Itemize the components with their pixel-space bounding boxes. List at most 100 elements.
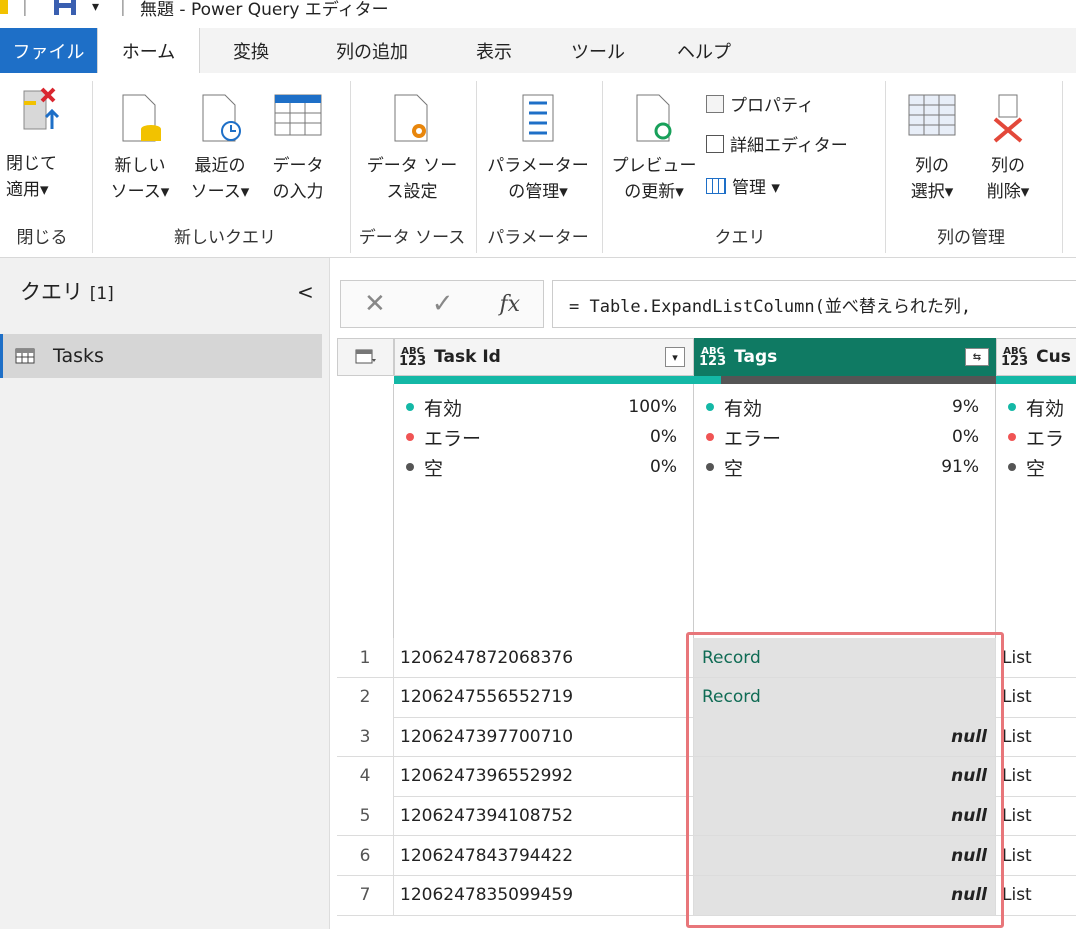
tab-help[interactable]: ヘルプ (658, 28, 750, 73)
column-profile-custom: 有効 エラ 空 (996, 384, 1076, 638)
cell-task-id[interactable]: 1206247835099459 (394, 875, 694, 915)
group-label-query: クエリ (714, 228, 766, 248)
advanced-editor-icon (706, 134, 724, 153)
manage-label: 管理 ▾ (732, 178, 780, 198)
column-name: Cus (1036, 347, 1071, 367)
close-apply-icon (23, 87, 60, 130)
remove-columns-button[interactable]: 列の 削除▾ (972, 93, 1044, 205)
group-label-data-sources: データ ソース (358, 228, 466, 248)
cancel-icon[interactable]: ✕ (364, 289, 386, 319)
save-icon[interactable] (52, 0, 78, 18)
new-source-label: 新しい ソース▾ (110, 156, 170, 202)
cell-task-id[interactable]: 1206247397700710 (394, 717, 694, 757)
tab-add-column[interactable]: 列の追加 (310, 28, 434, 73)
manage-parameters-label: パラメーター の管理▾ (487, 156, 589, 202)
profile-valid: 有効 (996, 392, 1076, 422)
document-gear-icon (394, 94, 428, 142)
cell-tags[interactable]: Record (694, 638, 996, 677)
table-row[interactable]: 7 1206247835099459 null List (337, 875, 1076, 916)
close-apply-button[interactable]: 閉じて 適用▾ (6, 85, 76, 203)
cell-custom[interactable]: List (996, 638, 1076, 677)
queries-pane: クエリ [1] < Tasks (0, 258, 330, 929)
row-index: 3 (337, 717, 394, 757)
quality-bar (996, 376, 1076, 384)
formula-input[interactable]: = Table.ExpandListColumn(並べ替えられた列, (552, 280, 1076, 328)
queries-count: [1] (89, 284, 114, 304)
cell-task-id[interactable]: 1206247396552992 (394, 756, 694, 796)
refresh-preview-label: プレビュー の更新▾ (611, 156, 697, 202)
queries-title-label: クエリ (20, 280, 83, 304)
table-row[interactable]: 3 1206247397700710 null List (337, 717, 1076, 758)
profile-valid: 有効 9% (694, 392, 995, 422)
commit-icon[interactable]: ✓ (432, 289, 454, 319)
cell-task-id[interactable]: 1206247843794422 (394, 836, 694, 875)
ribbon-separator (476, 81, 477, 253)
query-item-tasks[interactable]: Tasks (0, 334, 322, 378)
table-row[interactable]: 6 1206247843794422 null List (337, 836, 1076, 876)
cell-custom[interactable]: List (996, 836, 1076, 875)
profile-error: エラー 0% (394, 422, 693, 452)
profile-empty: 空 91% (694, 452, 995, 482)
ribbon-tabs: ファイル ホーム 変換 列の追加 表示 ツール ヘルプ (0, 28, 1076, 73)
fx-icon[interactable]: fx (499, 292, 520, 317)
table-row[interactable]: 2 1206247556552719 Record List (337, 677, 1076, 718)
tab-view[interactable]: 表示 (452, 28, 536, 73)
advanced-editor-button[interactable]: 詳細エディター (706, 131, 848, 156)
manage-button[interactable]: 管理 ▾ (706, 173, 780, 198)
new-source-button[interactable]: 新しい ソース▾ (105, 93, 175, 205)
cell-task-id[interactable]: 1206247872068376 (394, 638, 694, 677)
group-label-parameters: パラメーター (487, 228, 589, 248)
column-header-task-id[interactable]: ABC 123 Task Id ▾ (394, 338, 694, 376)
cell-tags[interactable]: null (694, 717, 996, 757)
ribbon-separator (602, 81, 603, 253)
cell-custom[interactable]: List (996, 678, 1076, 717)
row-index: 1 (337, 638, 394, 677)
cell-custom[interactable]: List (996, 717, 1076, 756)
cell-custom[interactable]: List (996, 796, 1076, 835)
cell-tags[interactable]: null (694, 836, 996, 875)
tab-tools[interactable]: ツール (552, 28, 644, 73)
table-row[interactable]: 4 1206247396552992 null List (337, 756, 1076, 797)
cell-task-id[interactable]: 1206247556552719 (394, 677, 694, 717)
type-any-icon: ABC 123 (399, 346, 427, 369)
data-source-settings-button[interactable]: データ ソー ス設定 (356, 93, 468, 205)
cell-tags[interactable]: null (694, 756, 996, 796)
tab-file[interactable]: ファイル (0, 28, 97, 73)
cell-custom[interactable]: List (996, 757, 1076, 796)
ribbon: 閉じて 適用▾ 新しい ソース▾ 最近の ソース▾ データ の入力 新しいクエリ… (0, 73, 1076, 258)
choose-columns-button[interactable]: 列の 選択▾ (896, 93, 968, 205)
cell-task-id[interactable]: 1206247394108752 (394, 796, 694, 836)
table-menu-button[interactable] (337, 338, 394, 376)
row-index: 6 (337, 836, 394, 875)
document-clock-icon (202, 94, 241, 142)
tab-transform[interactable]: 変換 (206, 28, 296, 73)
tab-home[interactable]: ホーム (97, 28, 200, 73)
cell-tags[interactable]: null (694, 796, 996, 836)
quick-access-dropdown-icon[interactable]: ▾ (92, 0, 99, 18)
properties-icon (706, 94, 724, 113)
manage-parameters-button[interactable]: パラメーター の管理▾ (482, 93, 594, 205)
table-row[interactable]: 5 1206247394108752 null List (337, 796, 1076, 837)
title-bar: | ▾ | 無題 - Power Query エディター (0, 0, 1076, 28)
cell-tags[interactable]: null (694, 875, 996, 915)
enter-data-button[interactable]: データ の入力 (262, 93, 334, 205)
group-label-manage-columns: 列の管理 (937, 228, 1005, 248)
ribbon-separator (1062, 81, 1063, 253)
table-menu-icon (355, 349, 376, 364)
manage-table-icon (706, 177, 726, 194)
properties-button[interactable]: プロパティ (706, 91, 814, 116)
app-icon (0, 0, 8, 14)
recent-sources-button[interactable]: 最近の ソース▾ (182, 93, 258, 205)
table-row[interactable]: 1 1206247872068376 Record List (337, 638, 1076, 678)
cell-tags[interactable]: Record (694, 677, 996, 717)
column-header-custom[interactable]: ABC 123 Cus (996, 338, 1076, 376)
type-any-icon: ABC 123 (1001, 346, 1029, 369)
expand-column-icon[interactable]: ⇆ (965, 348, 989, 366)
properties-label: プロパティ (730, 96, 814, 116)
refresh-preview-button[interactable]: プレビュー の更新▾ (608, 93, 700, 205)
collapse-pane-icon[interactable]: < (297, 280, 314, 304)
filter-dropdown-icon[interactable]: ▾ (665, 347, 685, 367)
profile-gutter (337, 384, 394, 638)
cell-custom[interactable]: List (996, 876, 1076, 915)
column-header-tags[interactable]: ABC 123 Tags ⇆ (694, 338, 996, 376)
